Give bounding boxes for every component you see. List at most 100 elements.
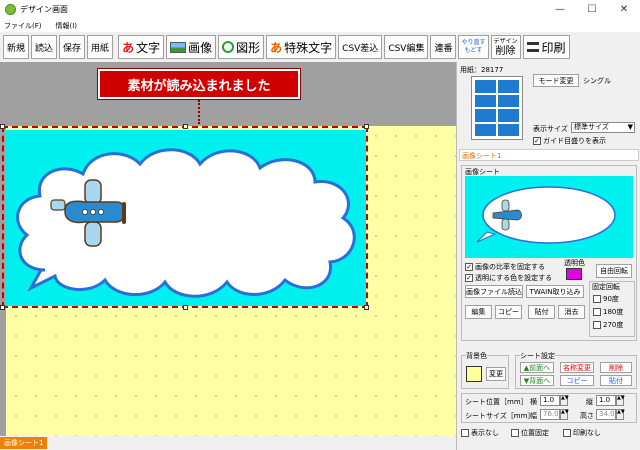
hide-box[interactable] [461,429,469,437]
y-position-input[interactable]: 1.0 [596,395,616,406]
bg-color-swatch[interactable] [466,366,482,382]
text-icon: あ [122,40,135,55]
keep-ratio-box[interactable]: ✓ [465,263,473,271]
width-stepper[interactable]: ▲▼ [560,409,569,420]
undo-redo-button[interactable]: やり直す もどす [458,35,489,59]
status-sheet-tab[interactable]: 画像シート1 [0,437,48,449]
sheet-title-bar: 画像シート1 [459,149,639,161]
copy-button[interactable]: コピー [495,305,522,319]
bg-color-change-button[interactable]: 変更 [486,367,506,381]
design-delete-label: 削除 [495,45,516,57]
paper-code: 用紙：28177 [460,66,504,74]
sheet-thumbnail [465,176,633,258]
close-button[interactable]: ✕ [608,0,640,19]
csv-insert-button[interactable]: CSV差込 [338,35,383,59]
undo-label: やり直す [461,39,486,46]
rotate-90-box[interactable] [593,295,601,303]
fix-position-box[interactable] [511,429,519,437]
maximize-button[interactable]: ☐ [576,0,608,19]
resize-handle[interactable] [0,124,5,129]
shape-button[interactable]: 図形 [218,35,265,59]
mode-change-button[interactable]: モード変更 [533,74,579,87]
rotate-90-checkbox[interactable]: 90度 [593,294,619,304]
width-input[interactable]: 76.0 [540,409,560,420]
twain-button[interactable]: TWAIN取り込み [526,285,584,298]
paper-button[interactable]: 用紙 [87,35,114,59]
hide-checkbox[interactable]: 表示なし [461,428,499,438]
fix-position-checkbox[interactable]: 位置固定 [511,428,549,438]
save-button[interactable]: 保存 [59,35,86,59]
csv-edit-button[interactable]: CSV編集 [384,35,429,59]
rotate-270-box[interactable] [593,321,601,329]
transparent-color-swatch[interactable] [566,268,582,280]
free-rotate-button[interactable]: 自由回転 [596,264,632,278]
selection-box[interactable] [2,126,368,308]
display-size-select[interactable]: 標準サイズ ▼ [571,122,635,133]
special-text-button[interactable]: あ 特殊文字 [266,35,337,59]
height-stepper[interactable]: ▲▼ [616,409,625,420]
paper-layout-preview [471,76,523,140]
load-image-file-button[interactable]: 画像ファイル読込 [465,285,523,298]
sheet-paste-button[interactable]: 貼付 [600,375,632,386]
no-print-checkbox[interactable]: 印刷なし [563,428,601,438]
rotate-180-checkbox[interactable]: 180度 [593,307,623,317]
layout-cell[interactable] [498,123,519,136]
app-icon [5,4,16,15]
image-button[interactable]: 画像 [166,35,217,59]
resize-handle[interactable] [364,305,369,310]
print-button[interactable]: 印刷 [522,35,570,59]
layout-cell[interactable] [475,80,496,93]
layout-cell[interactable] [498,109,519,122]
resize-handle[interactable] [183,124,188,129]
rotate-270-checkbox[interactable]: 270度 [593,320,623,330]
guide-checkbox-box[interactable]: ✓ [533,137,541,145]
sheet-copy-button[interactable]: コピー [560,375,594,386]
rename-button[interactable]: 名称変更 [560,362,594,373]
serial-button[interactable]: 連番 [430,35,457,59]
design-delete-small-label: デザイン [493,37,518,45]
keep-ratio-checkbox[interactable]: ✓ 画像の比率を固定する [465,262,545,272]
transparent-box[interactable]: ✓ [465,274,473,282]
fixed-rotate-group: 固定回転 90度 180度 270度 [589,281,635,337]
send-back-button[interactable]: ▼背面へ [520,375,554,386]
resize-handle[interactable] [364,124,369,129]
bring-front-button[interactable]: ▲前面へ [520,362,554,373]
design-delete-button[interactable]: デザイン 削除 [490,35,521,59]
rotate-180-box[interactable] [593,308,601,316]
status-bar: 画像シート1 [0,436,456,450]
property-panel: 用紙：28177 モード変更 シングル 表示サイズ 標準サイズ ▼ ✓ ガイド目盛… [456,62,640,450]
title-bar: デザイン画面 — ☐ ✕ [0,0,640,19]
sheet-title: 画像シート1 [462,152,502,160]
x-position-stepper[interactable]: ▲▼ [560,395,569,406]
guide-checkbox[interactable]: ✓ ガイド目盛りを表示 [533,136,606,146]
design-canvas[interactable]: 素材が読み込まれました [0,62,456,436]
new-button[interactable]: 新規 [3,35,30,59]
x-position-input[interactable]: 1.0 [540,395,560,406]
transparent-checkbox[interactable]: ✓ 透明にする色を設定する [465,273,552,283]
erase-button[interactable]: 消去 [558,305,585,319]
layout-cell[interactable] [498,80,519,93]
window-title: デザイン画面 [20,5,68,14]
paste-button[interactable]: 貼付 [528,305,555,319]
resize-handle[interactable] [183,305,188,310]
layout-cell[interactable] [475,109,496,122]
transparent-color-label: 透明色 [564,259,585,267]
minimize-button[interactable]: — [544,0,576,19]
layout-cell[interactable] [475,123,496,136]
no-print-box[interactable] [563,429,571,437]
rotate-270-label: 270度 [603,321,624,329]
layout-cell[interactable] [498,94,519,107]
height-input[interactable]: 34.0 [596,409,616,420]
keep-ratio-label: 画像の比率を固定する [475,263,545,271]
menu-file[interactable]: ファイル(F) [4,21,42,31]
layout-cell[interactable] [475,94,496,107]
text-button[interactable]: あ 文字 [118,35,165,59]
sheet-settings-label: シート設定 [520,351,555,361]
delete-sheet-button[interactable]: 削除 [600,362,632,373]
resize-handle[interactable] [0,305,5,310]
menu-info[interactable]: 情報(I) [56,21,78,31]
load-button[interactable]: 読込 [31,35,58,59]
y-position-stepper[interactable]: ▲▼ [616,395,625,406]
rotate-180-label: 180度 [603,308,624,316]
edit-button[interactable]: 編集 [465,305,492,319]
